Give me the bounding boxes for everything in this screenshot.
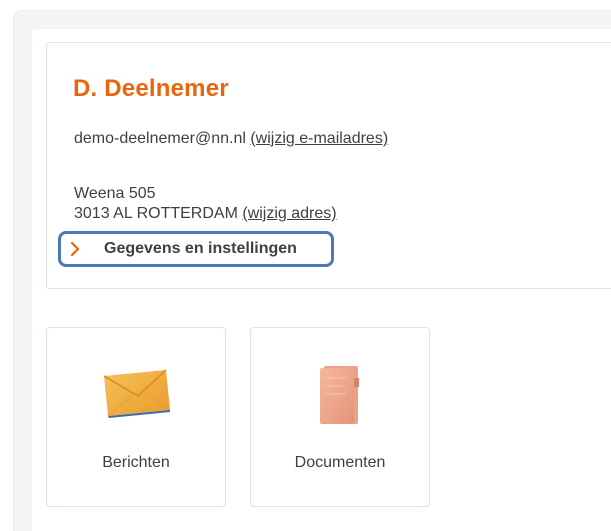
messages-tile[interactable]: Berichten: [46, 327, 226, 507]
address-city-line: 3013 AL ROTTERDAM (wijzig adres): [74, 205, 337, 223]
profile-card: D. Deelnemer demo-deelnemer@nn.nl (wijzi…: [46, 42, 611, 289]
envelope-icon: [100, 364, 172, 425]
address-street: Weena 505: [74, 185, 156, 202]
email-line: demo-deelnemer@nn.nl (wijzig e-mailadres…: [74, 130, 388, 148]
page-background-panel: D. Deelnemer demo-deelnemer@nn.nl (wijzi…: [14, 11, 611, 531]
settings-link-label: Gegevens en instellingen: [104, 240, 297, 257]
change-address-link[interactable]: (wijzig adres): [242, 205, 336, 222]
chevron-right-icon: [70, 240, 92, 258]
change-email-link[interactable]: (wijzig e-mailadres): [250, 130, 388, 147]
document-folder-icon: [318, 364, 362, 431]
user-name: D. Deelnemer: [73, 75, 229, 102]
documents-tile[interactable]: Documenten: [250, 327, 430, 507]
address-city: 3013 AL ROTTERDAM: [74, 205, 238, 222]
email-address: demo-deelnemer@nn.nl: [74, 130, 246, 147]
messages-tile-label: Berichten: [102, 454, 170, 471]
documents-tile-label: Documenten: [294, 454, 386, 471]
settings-link[interactable]: Gegevens en instellingen: [58, 231, 334, 267]
content-panel: D. Deelnemer demo-deelnemer@nn.nl (wijzi…: [32, 29, 611, 531]
